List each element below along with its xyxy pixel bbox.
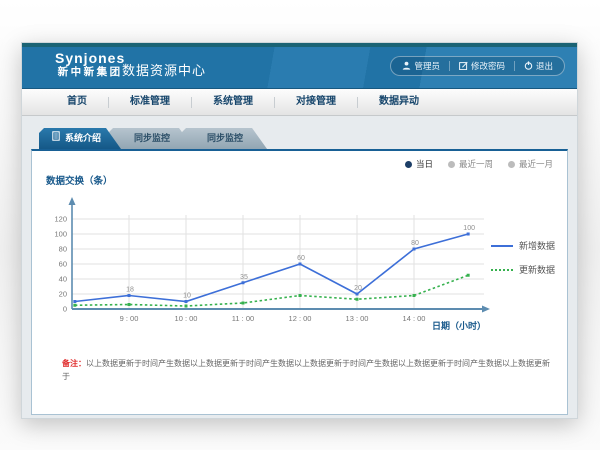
range-option-last-month[interactable]: 最近一月: [508, 158, 553, 170]
change-password-button[interactable]: 修改密码: [459, 60, 505, 72]
svg-text:12 : 00: 12 : 00: [289, 314, 312, 323]
svg-text:20: 20: [354, 285, 362, 292]
nav-item-data-change[interactable]: 数据异动: [358, 89, 440, 115]
legend-item-updated-data: 更新数据: [491, 263, 555, 276]
svg-text:100: 100: [54, 230, 67, 239]
power-icon: [524, 61, 533, 72]
user-account-button[interactable]: 管理员: [402, 60, 440, 72]
user-icon: [402, 61, 411, 72]
svg-text:60: 60: [297, 255, 305, 262]
main-nav: 首页 标准管理 系统管理 对接管理 数据异动: [22, 89, 577, 116]
svg-text:14 : 00: 14 : 00: [403, 314, 426, 323]
divider: [514, 61, 515, 71]
range-option-label: 最近一月: [519, 158, 553, 170]
nav-item-home[interactable]: 首页: [46, 89, 108, 115]
y-axis-title: 数据交换（条）: [46, 173, 113, 187]
svg-text:120: 120: [54, 215, 67, 224]
radio-icon: [405, 161, 412, 168]
logout-button[interactable]: 退出: [524, 60, 553, 72]
user-name: 管理员: [414, 60, 440, 72]
svg-text:18: 18: [126, 287, 134, 294]
svg-text:0: 0: [63, 305, 67, 314]
dotted-line-icon: [491, 269, 513, 271]
range-option-label: 当日: [416, 158, 433, 170]
tab-system-intro[interactable]: 系统介绍: [39, 128, 121, 149]
svg-text:11 : 00: 11 : 00: [232, 314, 254, 323]
range-option-today[interactable]: 当日: [405, 158, 433, 170]
nav-item-standard-mgmt[interactable]: 标准管理: [109, 89, 191, 115]
series-legend: 新增数据 更新数据: [491, 239, 555, 287]
svg-text:80: 80: [59, 245, 67, 254]
svg-text:10 : 00: 10 : 00: [175, 314, 198, 323]
svg-text:60: 60: [59, 260, 67, 269]
radio-icon: [508, 161, 515, 168]
page-title: 数据资源中心: [122, 60, 206, 79]
tab-sync-monitor-2[interactable]: 同步监控: [181, 128, 267, 149]
user-toolbar: 管理员 修改密码 退出: [390, 56, 565, 76]
app-window: Synjones 新中新集团 数据资源中心 管理员 修改密码: [21, 42, 578, 419]
logo-subtext: 新中新集团: [55, 66, 125, 79]
footnote-text: 以上数据更新于时间产生数据以上数据更新于时间产生数据以上数据更新于时间产生数据以…: [62, 359, 550, 381]
nav-item-system-mgmt[interactable]: 系统管理: [192, 89, 274, 115]
legend-item-new-data: 新增数据: [491, 239, 555, 252]
range-option-label: 最近一周: [459, 158, 493, 170]
footnote-label: 备注：: [62, 359, 86, 368]
app-header: Synjones 新中新集团 数据资源中心 管理员 修改密码: [22, 43, 577, 89]
svg-text:100: 100: [463, 225, 475, 232]
svg-text:13 : 00: 13 : 00: [346, 314, 369, 323]
divider: [449, 61, 450, 71]
range-option-last-week[interactable]: 最近一周: [448, 158, 493, 170]
svg-text:20: 20: [59, 290, 67, 299]
tab-label: 系统介绍: [65, 128, 101, 149]
x-axis-title: 日期（小时）: [432, 319, 486, 332]
svg-text:10: 10: [183, 293, 191, 300]
company-logo: Synjones 新中新集团: [55, 51, 125, 79]
nav-item-interface-mgmt[interactable]: 对接管理: [275, 89, 357, 115]
logo-text: Synjones: [55, 51, 125, 66]
edit-icon: [459, 61, 468, 72]
content-area: 系统介绍 同步监控 同步监控 当日 最近一周: [22, 116, 577, 419]
logout-label: 退出: [536, 60, 553, 72]
legend-label: 更新数据: [519, 263, 555, 276]
solid-line-icon: [491, 245, 513, 247]
footnote: 备注：以上数据更新于时间产生数据以上数据更新于时间产生数据以上数据更新于时间产生…: [62, 358, 551, 384]
tab-sync-monitor-1[interactable]: 同步监控: [108, 128, 194, 149]
chart-panel: 当日 最近一周 最近一月 数据交换（条） 0 20 40 60 80 100 120 9 : …: [31, 149, 568, 415]
svg-text:35: 35: [240, 274, 248, 281]
document-icon: [52, 128, 60, 149]
svg-text:40: 40: [59, 275, 67, 284]
legend-label: 新增数据: [519, 239, 555, 252]
svg-text:80: 80: [411, 240, 419, 247]
change-password-label: 修改密码: [471, 60, 505, 72]
tab-label: 同步监控: [207, 133, 243, 143]
tab-bar: 系统介绍 同步监控 同步监控: [39, 128, 568, 149]
tab-label: 同步监控: [134, 133, 170, 143]
radio-icon: [448, 161, 455, 168]
range-selector: 当日 最近一周 最近一月: [405, 158, 553, 170]
svg-text:9 : 00: 9 : 00: [120, 314, 139, 323]
